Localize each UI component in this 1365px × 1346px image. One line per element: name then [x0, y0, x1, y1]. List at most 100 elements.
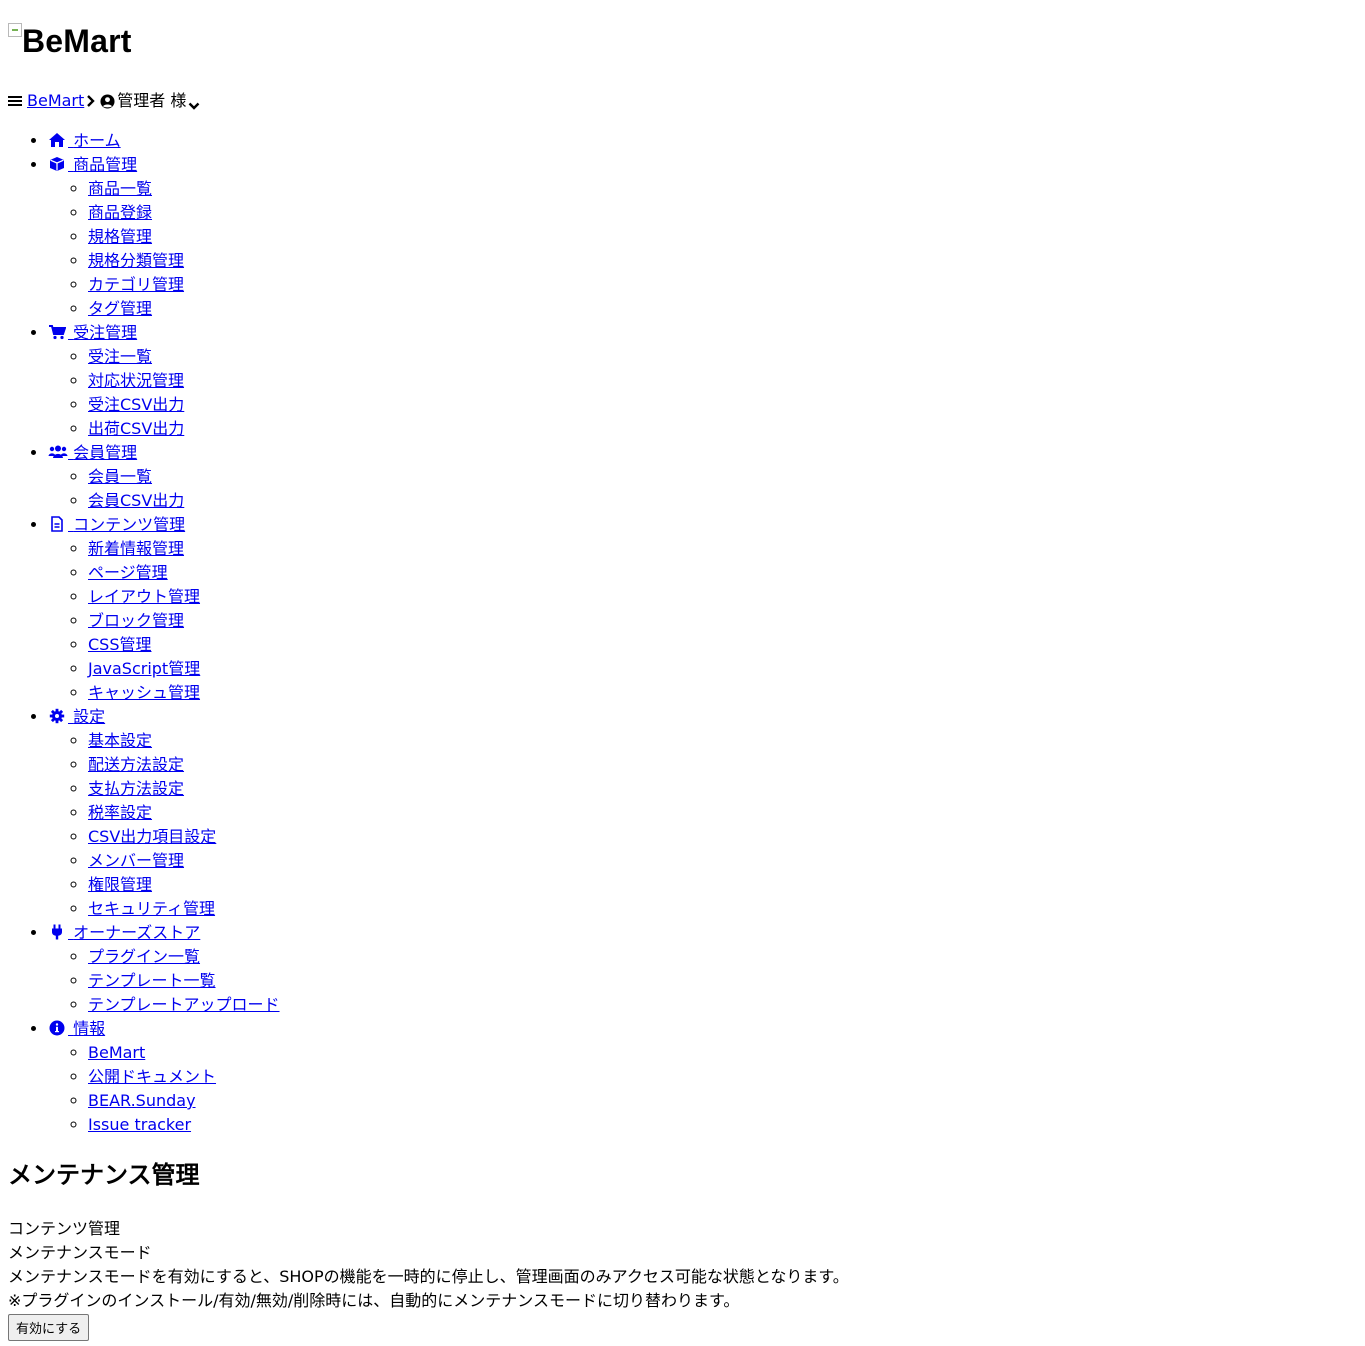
chevron-down-icon[interactable] — [188, 95, 200, 110]
list-item: BeMart — [88, 1041, 1357, 1065]
nav-sub-link[interactable]: 支払方法設定 — [88, 779, 184, 798]
brand-link[interactable]: BeMart — [27, 89, 84, 113]
submenu-products: 商品一覧 商品登録 規格管理 規格分類管理 カテゴリ管理 タグ管理 — [48, 177, 1357, 321]
nav-link-orders[interactable]: 受注管理 — [48, 323, 137, 342]
nav-item-products: 商品管理 商品一覧 商品登録 規格管理 規格分類管理 カテゴリ管理 タグ管理 — [48, 153, 1357, 321]
nav-sub-link[interactable]: 商品一覧 — [88, 179, 152, 198]
list-item: 商品一覧 — [88, 177, 1357, 201]
nav-link-info[interactable]: 情報 — [48, 1019, 105, 1038]
list-item: 会員一覧 — [88, 465, 1357, 489]
list-item: 支払方法設定 — [88, 777, 1357, 801]
nav-sub-link[interactable]: 権限管理 — [88, 875, 152, 894]
list-item: 規格管理 — [88, 225, 1357, 249]
nav-sub-link[interactable]: テンプレート一覧 — [88, 971, 216, 990]
nav-item-home: ホーム — [48, 129, 1357, 153]
nav-sub-link[interactable]: メンバー管理 — [88, 851, 184, 870]
list-item: メンバー管理 — [88, 849, 1357, 873]
page-title: メンテナンス管理 — [8, 1161, 200, 1189]
broken-image-icon — [8, 23, 22, 37]
list-item: プラグイン一覧 — [88, 945, 1357, 969]
nav-sub-link[interactable]: 対応状況管理 — [88, 371, 184, 390]
list-item: 新着情報管理 — [88, 537, 1357, 561]
list-item: テンプレート一覧 — [88, 969, 1357, 993]
nav-sub-link[interactable]: ページ管理 — [88, 563, 168, 582]
nav-link-settings[interactable]: 設定 — [48, 707, 105, 726]
nav-item-members: 会員管理 会員一覧 会員CSV出力 — [48, 441, 1357, 513]
nav-sub-link[interactable]: 会員一覧 — [88, 467, 152, 486]
nav-sub-link[interactable]: 規格分類管理 — [88, 251, 184, 270]
list-item: 公開ドキュメント — [88, 1065, 1357, 1089]
list-item: 会員CSV出力 — [88, 489, 1357, 513]
submenu-owners-store: プラグイン一覧 テンプレート一覧 テンプレートアップロード — [48, 945, 1357, 1017]
nav-sub-link[interactable]: セキュリティ管理 — [88, 899, 215, 918]
nav-sub-link[interactable]: レイアウト管理 — [88, 587, 200, 606]
hamburger-menu-icon[interactable] — [8, 95, 22, 107]
submenu-settings: 基本設定 配送方法設定 支払方法設定 税率設定 CSV出力項目設定 メンバー管理… — [48, 729, 1357, 921]
user-menu[interactable]: 管理者 様 — [117, 89, 186, 113]
list-item: BEAR.Sunday — [88, 1089, 1357, 1113]
gear-icon — [48, 708, 66, 724]
list-item: キャッシュ管理 — [88, 681, 1357, 705]
note-text: ※プラグインのインストール/有効/無効/削除時には、自動的にメンテナンスモードに… — [8, 1291, 740, 1310]
nav-sub-link[interactable]: BEAR.Sunday — [88, 1091, 196, 1110]
list-item: CSV出力項目設定 — [88, 825, 1357, 849]
nav-sub-link[interactable]: テンプレートアップロード — [88, 995, 280, 1014]
nav-sub-link[interactable]: 公開ドキュメント — [88, 1067, 216, 1086]
users-icon — [48, 444, 68, 460]
list-item: 規格分類管理 — [88, 249, 1357, 273]
logo[interactable]: BeMart — [8, 21, 132, 61]
nav-sub-link[interactable]: 受注一覧 — [88, 347, 152, 366]
nav-sub-link[interactable]: プラグイン一覧 — [88, 947, 200, 966]
list-item: テンプレートアップロード — [88, 993, 1357, 1017]
logo-alt-text: BeMart — [22, 23, 132, 59]
list-item: 権限管理 — [88, 873, 1357, 897]
submenu-info: BeMart 公開ドキュメント BEAR.Sunday Issue tracke… — [48, 1041, 1357, 1137]
list-item: ブロック管理 — [88, 609, 1357, 633]
file-text-icon — [48, 516, 66, 532]
list-item: カテゴリ管理 — [88, 273, 1357, 297]
nav-sub-link[interactable]: 出荷CSV出力 — [88, 419, 184, 438]
nav-link-contents[interactable]: コンテンツ管理 — [48, 515, 185, 534]
nav-sub-link[interactable]: 配送方法設定 — [88, 755, 184, 774]
list-item: 税率設定 — [88, 801, 1357, 825]
nav-sub-link[interactable]: 基本設定 — [88, 731, 152, 750]
nav-sub-link[interactable]: BeMart — [88, 1043, 145, 1062]
shopping-cart-icon — [48, 324, 66, 340]
list-item: 商品登録 — [88, 201, 1357, 225]
nav-sub-link[interactable]: カテゴリ管理 — [88, 275, 184, 294]
nav-sub-link[interactable]: 商品登録 — [88, 203, 152, 222]
cube-icon — [48, 156, 66, 172]
nav-sub-link[interactable]: JavaScript管理 — [88, 659, 200, 678]
list-item: JavaScript管理 — [88, 657, 1357, 681]
submenu-orders: 受注一覧 対応状況管理 受注CSV出力 出荷CSV出力 — [48, 345, 1357, 441]
nav-sub-link[interactable]: 税率設定 — [88, 803, 152, 822]
list-item: 基本設定 — [88, 729, 1357, 753]
list-item: 受注一覧 — [88, 345, 1357, 369]
nav-sub-link[interactable]: CSV出力項目設定 — [88, 827, 216, 846]
home-icon — [48, 132, 66, 148]
nav-sub-link[interactable]: 受注CSV出力 — [88, 395, 184, 414]
submenu-contents: 新着情報管理 ページ管理 レイアウト管理 ブロック管理 CSS管理 JavaSc… — [48, 537, 1357, 705]
nav-sub-link[interactable]: ブロック管理 — [88, 611, 184, 630]
nav-sub-link[interactable]: 規格管理 — [88, 227, 152, 246]
nav-sub-link[interactable]: CSS管理 — [88, 635, 152, 654]
breadcrumb: コンテンツ管理 — [8, 1219, 121, 1238]
nav-sub-link[interactable]: タグ管理 — [88, 299, 152, 318]
list-item: 出荷CSV出力 — [88, 417, 1357, 441]
header: BeMart 管理者 様 — [8, 89, 1357, 113]
plug-icon — [48, 924, 66, 940]
nav-link-owners-store[interactable]: オーナーズストア — [48, 923, 200, 942]
enable-maintenance-button[interactable]: 有効にする — [8, 1314, 90, 1341]
nav-link-members[interactable]: 会員管理 — [48, 443, 137, 462]
list-item: ページ管理 — [88, 561, 1357, 585]
info-circle-icon — [48, 1020, 66, 1036]
list-item: タグ管理 — [88, 297, 1357, 321]
nav-sub-link[interactable]: 会員CSV出力 — [88, 491, 184, 510]
nav-item-settings: 設定 基本設定 配送方法設定 支払方法設定 税率設定 CSV出力項目設定 メンバ… — [48, 705, 1357, 921]
nav-sub-link[interactable]: Issue tracker — [88, 1115, 191, 1134]
nav-sub-link[interactable]: 新着情報管理 — [88, 539, 184, 558]
nav-link-products[interactable]: 商品管理 — [48, 155, 137, 174]
nav-link-home[interactable]: ホーム — [48, 131, 121, 150]
nav-sub-link[interactable]: キャッシュ管理 — [88, 683, 200, 702]
nav-item-contents: コンテンツ管理 新着情報管理 ページ管理 レイアウト管理 ブロック管理 CSS管… — [48, 513, 1357, 705]
